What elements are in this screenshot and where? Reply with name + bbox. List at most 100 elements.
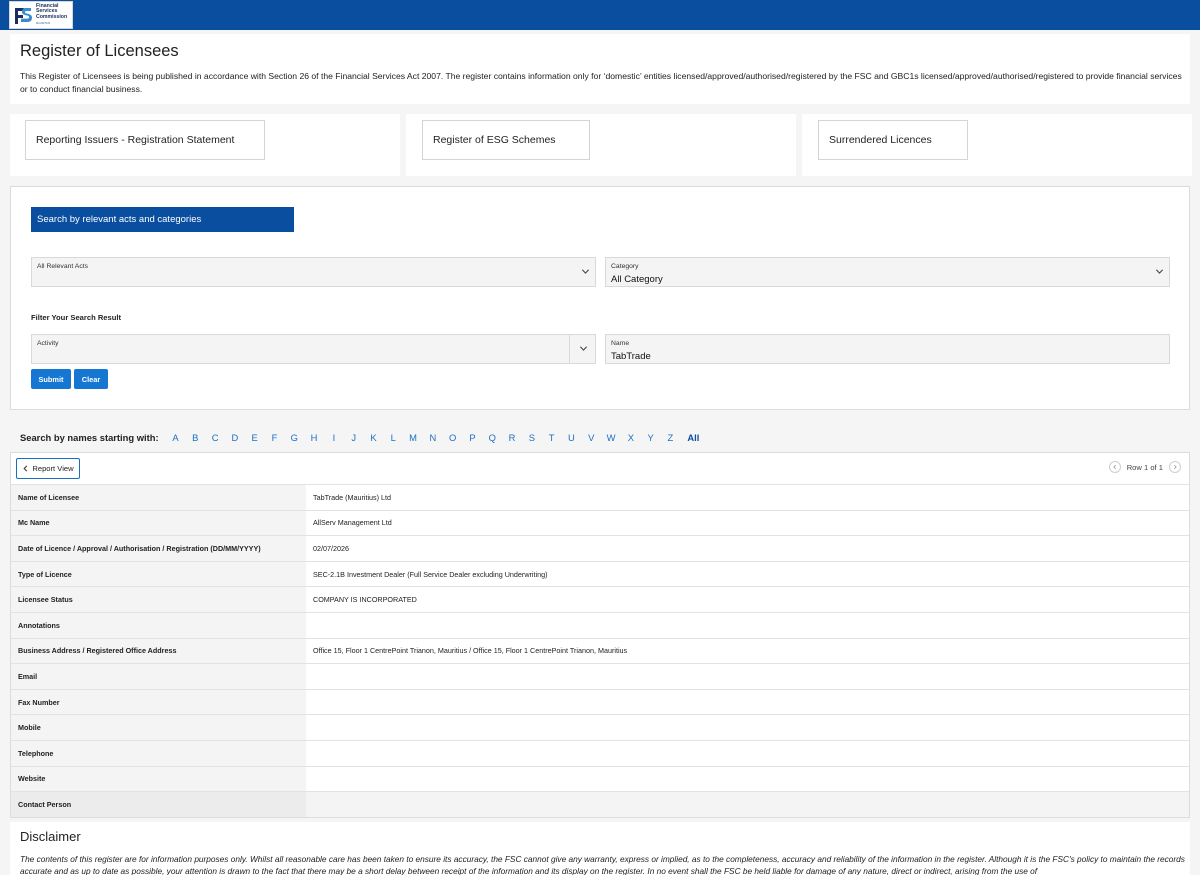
row-value: [306, 611, 1189, 639]
row-value: 02/07/2026: [306, 535, 1189, 562]
alphabet-label: Search by names starting with:: [20, 431, 159, 443]
report-view-button[interactable]: Report View: [16, 458, 80, 479]
name-label: Name: [611, 340, 630, 347]
relevant-acts-label: All Relevant Acts: [37, 263, 88, 270]
alphabet-filter: Search by names starting with: A B C D E…: [20, 430, 706, 444]
row-key: Mc Name: [11, 509, 306, 536]
next-page-button[interactable]: [1169, 461, 1181, 473]
table-row: Type of Licence SEC-2.1B Investment Deale…: [11, 560, 1189, 587]
row-value: AllServ Management Ltd: [306, 509, 1189, 536]
row-key: Annotations: [11, 611, 306, 639]
pager: Row 1 of 1: [1108, 461, 1181, 473]
esg-schemes-card[interactable]: Register of ESG Schemes: [422, 120, 590, 160]
letter-c[interactable]: C: [205, 432, 225, 443]
letter-v[interactable]: V: [581, 432, 601, 443]
letter-d[interactable]: D: [225, 432, 245, 443]
row-value: [306, 714, 1189, 741]
row-key: Telephone: [11, 739, 306, 767]
intro-section: Register of Licensees This Register of L…: [10, 34, 1190, 104]
chevron-down-icon: [581, 269, 590, 274]
row-key: Name of Licensee: [11, 484, 306, 511]
letter-k[interactable]: K: [364, 432, 384, 443]
row-key: Website: [11, 765, 306, 792]
submit-button[interactable]: Submit: [31, 369, 71, 389]
table-row: Name of Licensee TabTrade (Mauritius) Ltd: [11, 484, 1189, 511]
row-key: Business Address / Registered Office Add…: [11, 637, 306, 664]
letter-m[interactable]: M: [403, 432, 423, 443]
letter-s[interactable]: S: [522, 432, 542, 443]
logo-line: Commission: [36, 14, 68, 20]
row-key: Date of Licence / Approval / Authorisati…: [11, 535, 306, 562]
fsc-logo-icon: [15, 8, 32, 24]
pager-text: Row 1 of 1: [1126, 462, 1163, 472]
disclaimer-section: Disclaimer The contents of this register…: [10, 822, 1190, 875]
select-divider: [569, 335, 570, 363]
letter-all[interactable]: All: [680, 432, 706, 443]
letter-g[interactable]: G: [284, 432, 304, 443]
letter-f[interactable]: F: [265, 432, 285, 443]
activity-select[interactable]: Activity: [31, 334, 596, 364]
chevron-right-icon: [1173, 464, 1177, 470]
name-field[interactable]: Name TabTrade: [605, 334, 1170, 364]
letter-h[interactable]: H: [304, 432, 324, 443]
card-column: Register of ESG Schemes: [406, 114, 796, 176]
letter-a[interactable]: A: [166, 432, 186, 443]
letter-b[interactable]: B: [185, 432, 205, 443]
row-value: SEC-2.1B Investment Dealer (Full Service…: [306, 560, 1189, 587]
table-row: Mobile: [11, 714, 1189, 741]
letter-e[interactable]: E: [245, 432, 265, 443]
search-header: Search by relevant acts and categories: [31, 207, 294, 232]
letter-l[interactable]: L: [383, 432, 403, 443]
relevant-acts-select[interactable]: All Relevant Acts: [31, 257, 596, 287]
prev-page-button[interactable]: [1108, 461, 1121, 473]
category-select[interactable]: Category All Category: [605, 257, 1170, 287]
filter-title: Filter Your Search Result: [31, 313, 122, 322]
letter-j[interactable]: J: [344, 432, 364, 443]
letter-o[interactable]: O: [443, 432, 463, 443]
table-row: Email: [11, 663, 1189, 690]
disclaimer-title: Disclaimer: [20, 829, 81, 844]
table-row: Date of Licence / Approval / Authorisati…: [11, 535, 1189, 562]
letter-w[interactable]: W: [601, 432, 621, 443]
clear-button[interactable]: Clear: [74, 369, 108, 389]
letter-p[interactable]: P: [463, 432, 483, 443]
results-panel: Report View Row 1 of 1 Name of Licensee T…: [10, 452, 1190, 818]
letter-q[interactable]: Q: [482, 432, 502, 443]
letter-t[interactable]: T: [542, 432, 562, 443]
table-row: Mc Name AllServ Management Ltd: [11, 509, 1189, 536]
letter-u[interactable]: U: [562, 432, 582, 443]
table-row: Telephone: [11, 739, 1189, 767]
chevron-left-icon: [23, 465, 28, 472]
row-value: [306, 663, 1189, 690]
row-key: Email: [11, 663, 306, 690]
letter-n[interactable]: N: [423, 432, 443, 443]
row-key: Licensee Status: [11, 586, 306, 613]
row-value: [306, 791, 1189, 818]
chevron-left-icon: [1112, 464, 1116, 470]
row-key: Contact Person: [11, 791, 306, 818]
letter-x[interactable]: X: [621, 432, 641, 443]
category-label: Category: [611, 263, 639, 270]
chevron-down-icon: [579, 346, 588, 351]
table-row: Contact Person: [11, 791, 1189, 818]
surrendered-licences-card[interactable]: Surrendered Licences: [818, 120, 968, 160]
chevron-down-icon: [1155, 269, 1164, 274]
letter-r[interactable]: R: [502, 432, 522, 443]
letter-i[interactable]: I: [324, 432, 344, 443]
row-value: COMPANY IS INCORPORATED: [306, 586, 1189, 613]
licensee-details-table: Name of Licensee TabTrade (Mauritius) Ltd…: [11, 484, 1189, 818]
report-view-label: Report View: [32, 464, 74, 473]
top-navbar: Financial Services Commission MAURITIUS: [0, 0, 1200, 30]
fsc-logo[interactable]: Financial Services Commission MAURITIUS: [9, 1, 73, 29]
activity-label: Activity: [37, 340, 59, 347]
letter-y[interactable]: Y: [641, 432, 661, 443]
reporting-issuers-card[interactable]: Reporting Issuers - Registration Stateme…: [25, 120, 265, 160]
letter-z[interactable]: Z: [661, 432, 681, 443]
row-key: Mobile: [11, 714, 306, 741]
row-value: Office 15, Floor 1 CentrePoint Trianon, …: [306, 637, 1189, 664]
table-row: Business Address / Registered Office Add…: [11, 637, 1189, 664]
row-key: Fax Number: [11, 688, 306, 715]
name-value: TabTrade: [611, 351, 651, 362]
disclaimer-text: The contents of this register are for in…: [20, 854, 1185, 875]
row-value: TabTrade (Mauritius) Ltd: [306, 484, 1189, 511]
